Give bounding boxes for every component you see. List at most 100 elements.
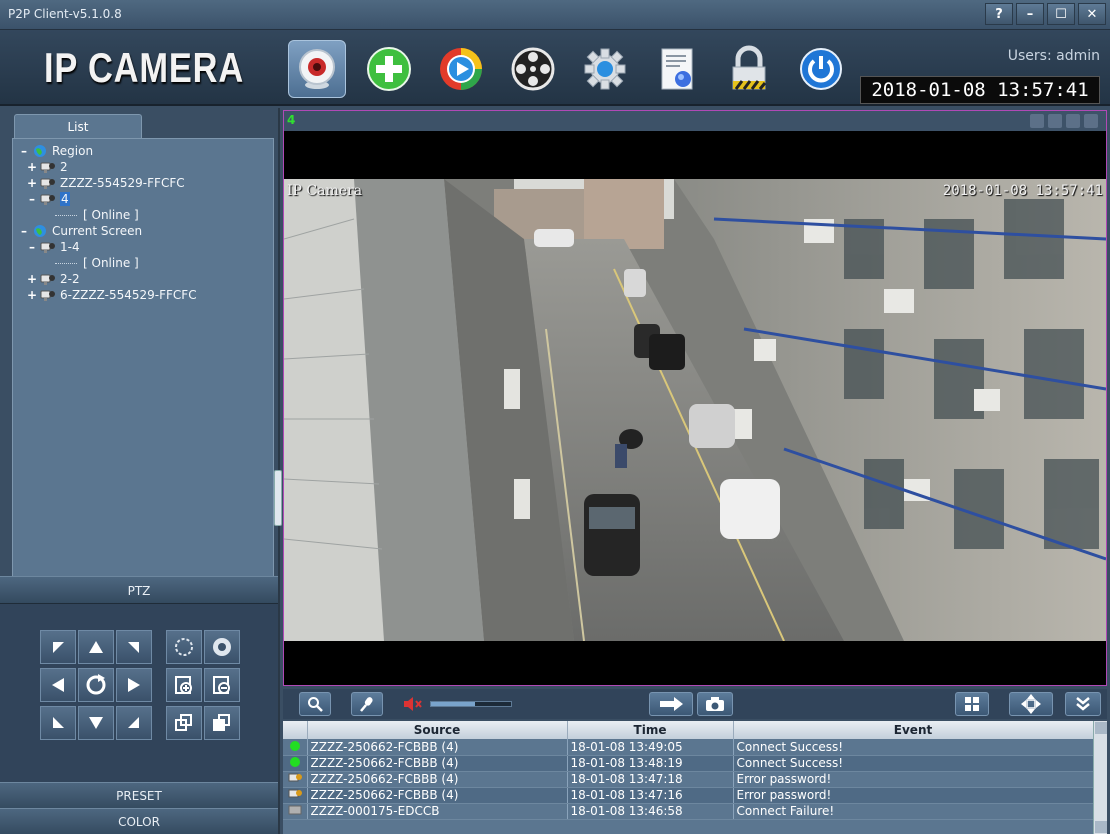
search-button[interactable]	[299, 692, 331, 716]
minimize-button[interactable]: –	[1016, 3, 1044, 25]
event-status-cell	[283, 771, 308, 788]
talk-button[interactable]	[351, 692, 383, 716]
layout-button[interactable]	[955, 692, 989, 716]
add-device-button[interactable]	[360, 40, 418, 98]
tree-node[interactable]: [ Online ]	[17, 255, 269, 271]
ptz-down-left-button[interactable]	[40, 706, 76, 740]
header-event[interactable]: Event	[733, 721, 1094, 739]
tree-toggle[interactable]: +	[25, 176, 39, 190]
refresh-icon	[86, 674, 106, 695]
event-scrollbar[interactable]	[1093, 721, 1107, 834]
tree-node[interactable]: –4	[17, 191, 269, 207]
close-button[interactable]: ✕	[1078, 3, 1106, 25]
focus-far-button[interactable]	[204, 706, 240, 740]
mic-icon[interactable]	[1066, 114, 1080, 128]
tree-node[interactable]: – 1-4	[17, 239, 269, 255]
tree-toggle[interactable]: +	[25, 272, 39, 286]
zoom-in-button[interactable]	[166, 668, 202, 702]
tree-node-label: 2-2	[60, 272, 80, 286]
ptz-control-button[interactable]	[504, 40, 562, 98]
zoom-out-button[interactable]	[204, 668, 240, 702]
playback-button[interactable]	[432, 40, 490, 98]
tree-node[interactable]: + ZZZZ-554529-FFCFC	[17, 175, 269, 191]
tree-node[interactable]: +6-ZZZZ-554529-FFCFC	[17, 287, 269, 303]
osd-camera-name: IP Camera	[287, 183, 362, 199]
log-button[interactable]	[648, 40, 706, 98]
arrow-up-icon	[89, 641, 103, 653]
tree-node[interactable]: +2	[17, 159, 269, 175]
main-toolbar: IP CAMERA Users: admin 2018-01-08 13:57:…	[0, 30, 1110, 106]
event-row[interactable]: ZZZZ-000175-EDCCB 18-01-08 13:46:58 Connec…	[283, 803, 1094, 820]
tree-node[interactable]: +2-2	[17, 271, 269, 287]
ptz-up-right-button[interactable]	[116, 630, 152, 664]
snapshot-button[interactable]	[697, 692, 733, 716]
double-chevron-down-icon	[1076, 697, 1090, 711]
ptz-right-button[interactable]	[116, 668, 152, 702]
settings-button[interactable]	[576, 40, 634, 98]
tree-toggle[interactable]: –	[25, 192, 39, 206]
ptz-down-button[interactable]	[78, 706, 114, 740]
ptz-up-left-button[interactable]	[40, 630, 76, 664]
camera-icon	[39, 240, 57, 254]
arrow-up-right-icon	[128, 642, 139, 653]
warning-icon	[288, 773, 302, 787]
iris-open-button[interactable]	[204, 630, 240, 664]
preset-section-header[interactable]: PRESET	[0, 782, 278, 810]
tree-node[interactable]: – Region	[17, 143, 269, 159]
ptz-left-button[interactable]	[40, 668, 76, 702]
color-section-header[interactable]: COLOR	[0, 808, 278, 834]
header-source[interactable]: Source	[307, 721, 568, 739]
expand-log-button[interactable]	[1065, 692, 1101, 716]
fullscreen-button[interactable]	[1009, 692, 1053, 716]
pen-icon[interactable]	[1030, 114, 1044, 128]
tree-node[interactable]: [ Online ]	[17, 207, 269, 223]
ptz-section-header[interactable]: PTZ	[0, 576, 278, 604]
help-button[interactable]: ?	[985, 3, 1013, 25]
header-time[interactable]: Time	[567, 721, 734, 739]
volume-slider[interactable]	[430, 701, 512, 707]
event-message: Connect Failure!	[733, 803, 1094, 820]
video-view[interactable]: 4 IP Camera 2018-01-08 13:57:41	[283, 110, 1107, 686]
tree-connector	[55, 262, 77, 264]
record-icon[interactable]	[1084, 114, 1098, 128]
tree-toggle[interactable]: +	[25, 160, 39, 174]
event-message: Connect Success!	[733, 755, 1094, 772]
ptz-auto-button[interactable]	[78, 668, 114, 702]
arrow-down-right-icon	[128, 717, 139, 728]
lock-icon	[732, 45, 767, 90]
event-row[interactable]: ZZZZ-250662-FCBBB (4) 18-01-08 13:49:05 Co…	[283, 739, 1094, 756]
exit-button[interactable]	[792, 40, 850, 98]
tree-connector	[55, 214, 77, 216]
maximize-button[interactable]: ☐	[1047, 3, 1075, 25]
ptz-up-button[interactable]	[78, 630, 114, 664]
event-row[interactable]: ZZZZ-250662-FCBBB (4) 18-01-08 13:47:16 Er…	[283, 787, 1094, 804]
event-time: 18-01-08 13:46:58	[567, 803, 734, 820]
record-button[interactable]	[649, 692, 693, 716]
live-view-button[interactable]	[288, 40, 346, 98]
ptz-down-right-button[interactable]	[116, 706, 152, 740]
volume-icon[interactable]	[403, 696, 423, 716]
event-source: ZZZZ-250662-FCBBB (4)	[307, 739, 568, 756]
event-row[interactable]: ZZZZ-250662-FCBBB (4) 18-01-08 13:48:19 Co…	[283, 755, 1094, 772]
tree-toggle[interactable]: –	[17, 144, 31, 158]
tree-toggle[interactable]: –	[17, 224, 31, 238]
scroll-up-arrow[interactable]	[1095, 722, 1107, 734]
focus-near-button[interactable]	[166, 706, 202, 740]
tab-list[interactable]: List	[14, 114, 142, 140]
event-row[interactable]: ZZZZ-250662-FCBBB (4) 18-01-08 13:47:18 Er…	[283, 771, 1094, 788]
speaker-icon[interactable]	[1048, 114, 1062, 128]
camera-icon	[39, 160, 57, 174]
tree-toggle[interactable]: –	[25, 240, 39, 254]
tree-toggle[interactable]: +	[25, 288, 39, 302]
tree-node[interactable]: – Current Screen	[17, 223, 269, 239]
event-message: Error password!	[733, 771, 1094, 788]
lock-button[interactable]	[720, 40, 778, 98]
scroll-down-arrow[interactable]	[1095, 821, 1107, 833]
move-arrows-icon	[1021, 694, 1041, 714]
arrow-right-icon	[128, 678, 140, 692]
iris-close-button[interactable]	[166, 630, 202, 664]
camera-feed: IP Camera 2018-01-08 13:57:41	[284, 179, 1106, 641]
device-tree: – Region +2 + ZZZZ-554529-FFCFC –4[ Online ] –…	[12, 138, 274, 578]
panel-collapse-handle[interactable]	[274, 470, 282, 526]
event-time: 18-01-08 13:49:05	[567, 739, 734, 756]
